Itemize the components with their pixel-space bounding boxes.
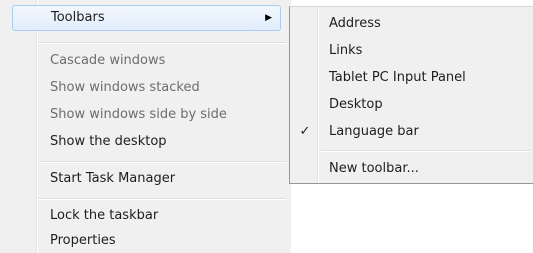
menu-separator [38,42,286,44]
submenu-item-label: Links [329,43,363,58]
submenu-item-address[interactable]: Address [290,13,533,35]
menu-item-label: Start Task Manager [50,171,176,186]
menu-separator [38,198,286,200]
menu-item-toolbars[interactable]: Toolbars ▶ [12,5,281,31]
submenu-item-desktop[interactable]: Desktop [290,94,533,116]
submenu-item-label: Desktop [329,97,383,112]
chevron-right-icon: ▶ [265,13,272,23]
toolbars-submenu: Address Links Tablet PC Input Panel Desk… [289,6,533,184]
submenu-item-label: New toolbar... [329,161,419,176]
menu-item-properties[interactable]: Properties [0,230,288,252]
menu-item-show-windows-stacked[interactable]: Show windows stacked [0,77,288,99]
menu-item-label: Show windows stacked [50,80,200,95]
submenu-separator [321,150,530,152]
menu-item-cascade-windows[interactable]: Cascade windows [0,50,288,72]
menu-item-show-the-desktop[interactable]: Show the desktop [0,131,288,153]
submenu-item-new-toolbar[interactable]: New toolbar... [290,158,533,180]
submenu-item-links[interactable]: Links [290,40,533,62]
submenu-item-label: Language bar [329,124,419,139]
menu-item-label: Cascade windows [50,53,166,68]
submenu-item-language-bar[interactable]: ✓ Language bar [290,121,533,143]
menu-item-label: Lock the taskbar [50,208,159,223]
menu-item-lock-the-taskbar[interactable]: Lock the taskbar [0,205,288,227]
taskbar-context-menu: Toolbars ▶ Cascade windows Show windows … [0,0,291,253]
submenu-item-label: Tablet PC Input Panel [329,70,466,85]
submenu-item-tablet-pc-input-panel[interactable]: Tablet PC Input Panel [290,67,533,89]
menu-separator [38,161,286,163]
menu-item-label: Toolbars [51,10,105,25]
menu-item-start-task-manager[interactable]: Start Task Manager [0,168,288,190]
menu-item-label: Show the desktop [50,134,167,149]
desktop-area: Toolbars ▶ Cascade windows Show windows … [0,0,533,253]
menu-item-show-windows-side-by-side[interactable]: Show windows side by side [0,104,288,126]
checkmark-icon: ✓ [299,124,311,139]
submenu-item-label: Address [329,16,381,31]
menu-item-label: Properties [50,233,116,248]
menu-item-label: Show windows side by side [50,107,227,122]
